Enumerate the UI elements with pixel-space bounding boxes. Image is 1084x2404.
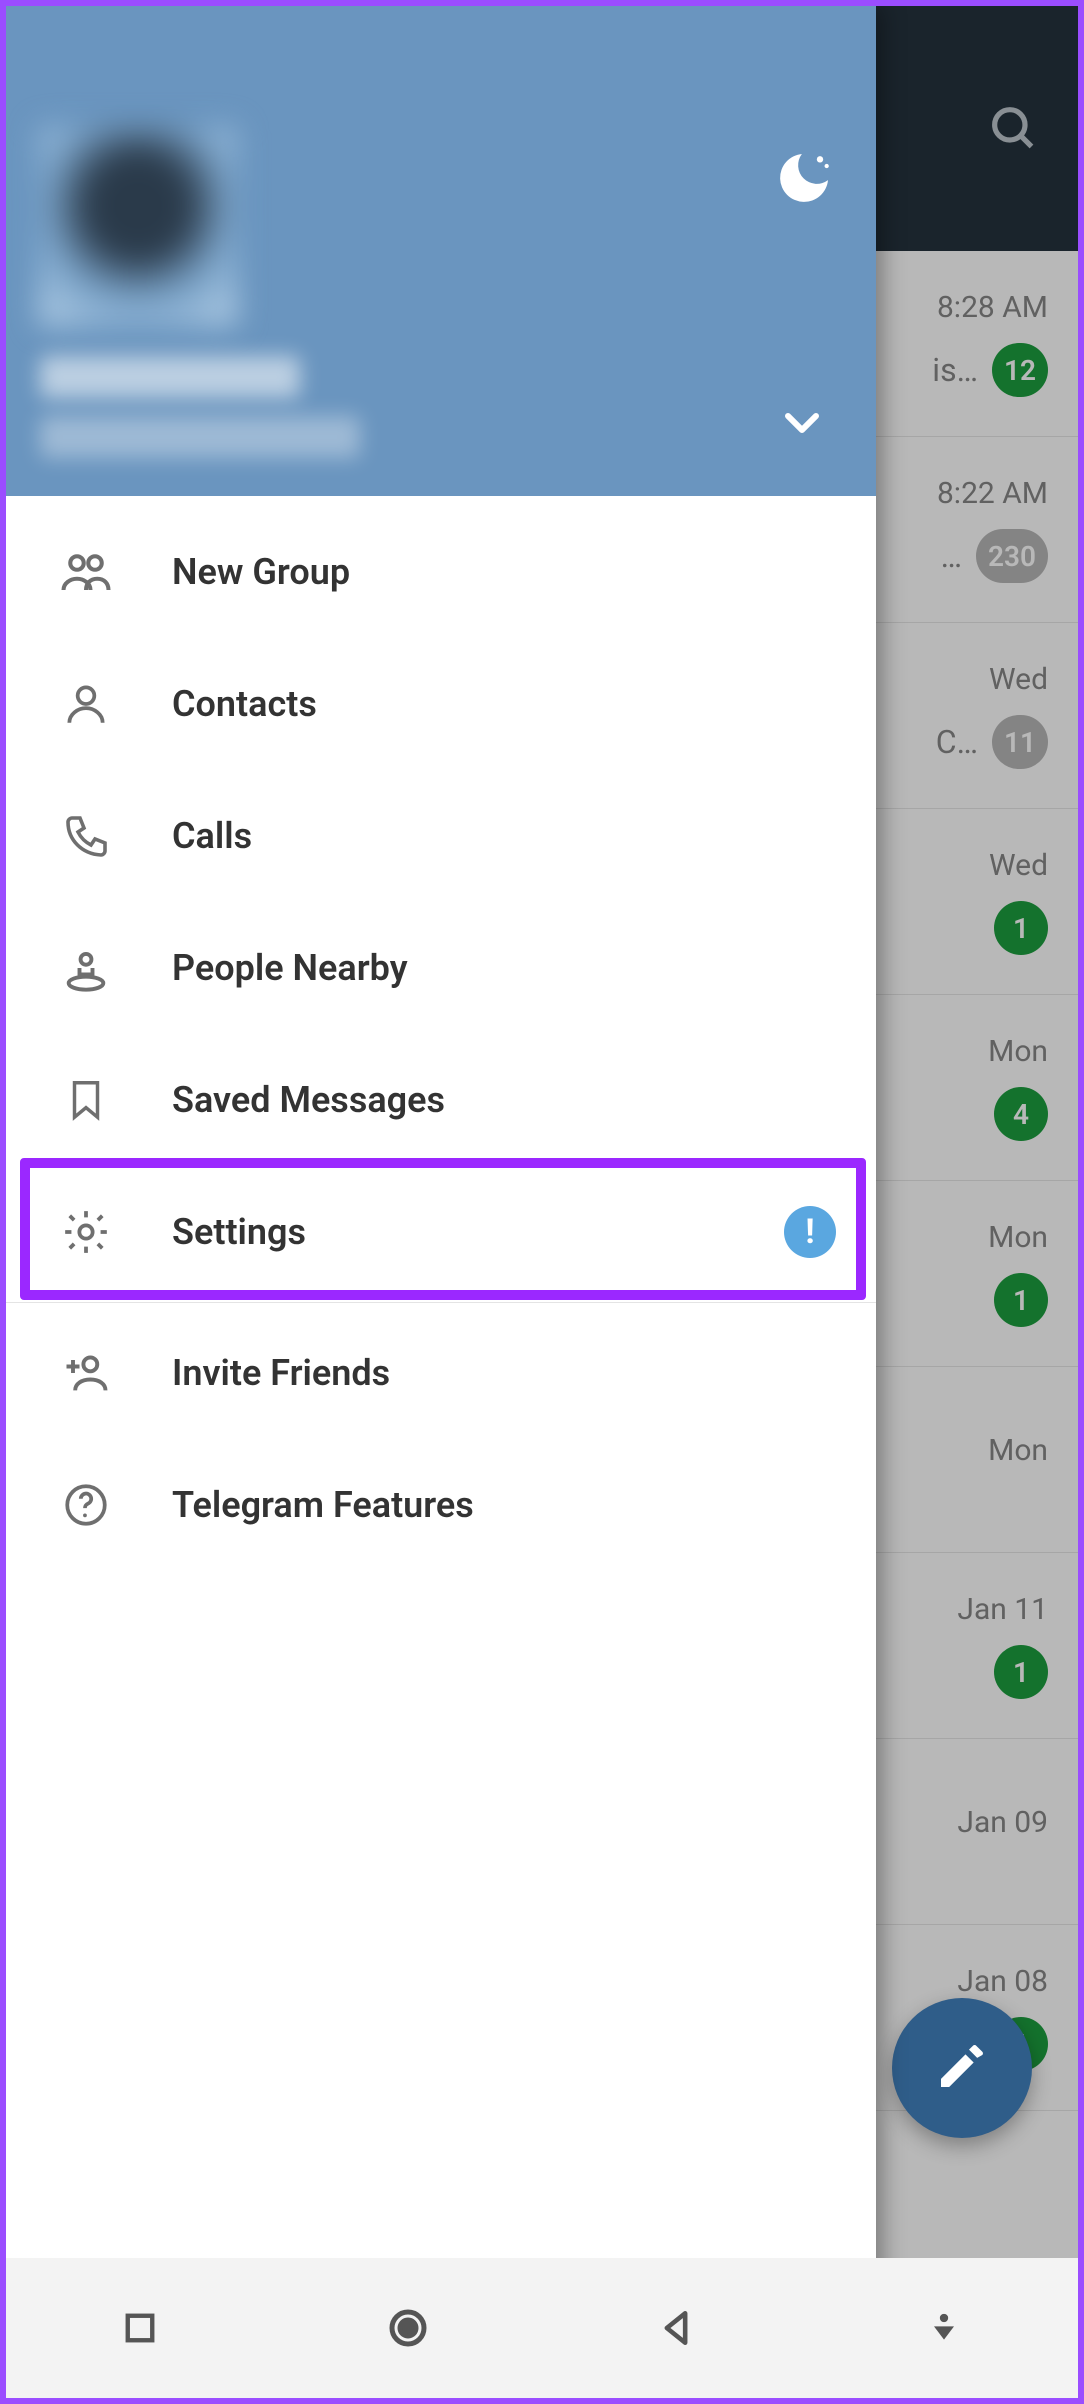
menu-label: Calls <box>172 815 836 857</box>
nav-back[interactable] <box>646 2298 706 2358</box>
night-mode-toggle[interactable] <box>772 146 836 214</box>
chat-time: Wed <box>989 662 1048 697</box>
account-switcher[interactable] <box>778 398 826 450</box>
chat-time: Jan 09 <box>957 1805 1048 1840</box>
chat-time: Jan 08 <box>957 1964 1048 1999</box>
nearby-icon <box>56 942 116 994</box>
menu-label: Saved Messages <box>172 1079 836 1121</box>
menu-calls[interactable]: Calls <box>6 770 876 902</box>
chat-row[interactable]: Mon 4 <box>858 995 1078 1181</box>
unread-badge: 1 <box>994 1273 1048 1327</box>
menu-settings[interactable]: Settings ! <box>6 1166 876 1298</box>
menu-label: People Nearby <box>172 947 836 989</box>
gear-icon <box>56 1207 116 1257</box>
android-navbar <box>6 2258 1078 2398</box>
unread-badge: 1 <box>994 901 1048 955</box>
chat-row[interactable]: Mon <box>858 1367 1078 1553</box>
unread-badge: 230 <box>976 529 1048 583</box>
drawer-menu: New Group Contacts Calls People Nearby <box>6 496 876 1571</box>
chat-time: Wed <box>989 848 1048 883</box>
menu-label: Settings <box>172 1211 728 1253</box>
phone-icon <box>56 812 116 860</box>
person-icon <box>56 679 116 729</box>
pencil-icon <box>934 2038 990 2098</box>
avatar[interactable] <box>38 126 238 326</box>
nav-down[interactable] <box>914 2298 974 2358</box>
menu-invite-friends[interactable]: Invite Friends <box>6 1307 876 1439</box>
drawer-header <box>6 6 876 496</box>
menu-telegram-features[interactable]: Telegram Features <box>6 1439 876 1571</box>
menu-separator <box>6 1302 876 1303</box>
group-icon <box>56 545 116 599</box>
invite-icon <box>56 1347 116 1399</box>
chat-time: 8:28 AM <box>937 290 1048 325</box>
menu-label: New Group <box>172 551 836 593</box>
menu-label: Invite Friends <box>172 1352 836 1394</box>
app-bar <box>858 6 1078 251</box>
compose-fab[interactable] <box>892 1998 1032 2138</box>
chat-time: Jan 11 <box>957 1592 1048 1627</box>
menu-label: Contacts <box>172 683 836 725</box>
chat-time: 8:22 AM <box>937 476 1048 511</box>
chat-row[interactable]: 8:22 AM … 230 <box>858 437 1078 623</box>
menu-contacts[interactable]: Contacts <box>6 638 876 770</box>
screen: 8:28 AMis…128:22 AM…230WedC…11Wed1Mon4Mo… <box>0 0 1084 2404</box>
nav-home[interactable] <box>378 2298 438 2358</box>
unread-badge: 1 <box>994 1645 1048 1699</box>
chat-row[interactable]: Jan 09 <box>858 1739 1078 1925</box>
help-icon <box>56 1480 116 1530</box>
chat-row[interactable]: Wed C… 11 <box>858 623 1078 809</box>
profile-phone <box>40 416 360 458</box>
chat-preview: … <box>941 537 962 575</box>
nav-recent[interactable] <box>110 2298 170 2358</box>
bookmark-icon <box>56 1077 116 1123</box>
navigation-drawer: 8:29 AM <box>6 6 876 2398</box>
chat-row[interactable]: Jan 11 1 <box>858 1553 1078 1739</box>
chat-row[interactable]: Wed 1 <box>858 809 1078 995</box>
settings-alert-badge: ! <box>784 1206 836 1258</box>
chat-time: Mon <box>988 1034 1048 1069</box>
chat-row[interactable]: Mon 1 <box>858 1181 1078 1367</box>
chat-row[interactable]: 8:28 AM is… 12 <box>858 251 1078 437</box>
menu-label: Telegram Features <box>172 1484 836 1526</box>
chat-preview: is… <box>932 351 978 389</box>
profile-name <box>40 356 300 398</box>
search-icon[interactable] <box>986 101 1038 157</box>
menu-saved-messages[interactable]: Saved Messages <box>6 1034 876 1166</box>
unread-badge: 12 <box>992 343 1048 397</box>
chat-time: Mon <box>988 1433 1048 1468</box>
unread-badge: 11 <box>992 715 1048 769</box>
unread-badge: 4 <box>994 1087 1048 1141</box>
menu-people-nearby[interactable]: People Nearby <box>6 902 876 1034</box>
chat-preview: C… <box>936 723 978 761</box>
menu-new-group[interactable]: New Group <box>6 506 876 638</box>
chat-time: Mon <box>988 1220 1048 1255</box>
